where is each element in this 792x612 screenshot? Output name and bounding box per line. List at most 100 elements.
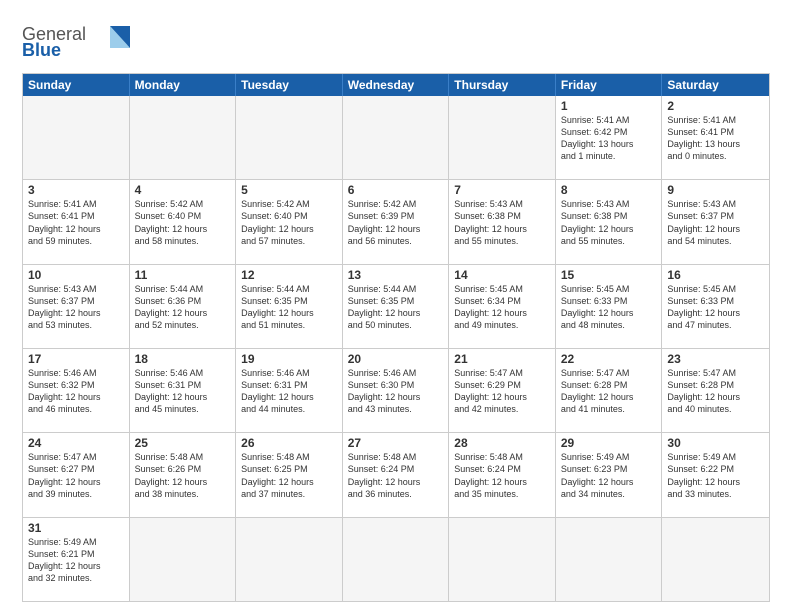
calendar-cell	[343, 96, 450, 179]
day-info: Sunrise: 5:45 AMSunset: 6:34 PMDaylight:…	[454, 283, 550, 332]
calendar-cell: 9Sunrise: 5:43 AMSunset: 6:37 PMDaylight…	[662, 180, 769, 263]
day-info: Sunrise: 5:48 AMSunset: 6:26 PMDaylight:…	[135, 451, 231, 500]
calendar-cell: 14Sunrise: 5:45 AMSunset: 6:34 PMDayligh…	[449, 265, 556, 348]
calendar-cell: 8Sunrise: 5:43 AMSunset: 6:38 PMDaylight…	[556, 180, 663, 263]
day-number: 12	[241, 268, 337, 282]
day-info: Sunrise: 5:41 AMSunset: 6:41 PMDaylight:…	[667, 114, 764, 163]
calendar-cell	[130, 518, 237, 601]
day-number: 29	[561, 436, 657, 450]
day-info: Sunrise: 5:43 AMSunset: 6:38 PMDaylight:…	[454, 198, 550, 247]
day-number: 19	[241, 352, 337, 366]
svg-text:Blue: Blue	[22, 40, 61, 60]
calendar-cell	[130, 96, 237, 179]
day-info: Sunrise: 5:48 AMSunset: 6:25 PMDaylight:…	[241, 451, 337, 500]
calendar-cell: 29Sunrise: 5:49 AMSunset: 6:23 PMDayligh…	[556, 433, 663, 516]
day-info: Sunrise: 5:42 AMSunset: 6:39 PMDaylight:…	[348, 198, 444, 247]
day-number: 21	[454, 352, 550, 366]
calendar-row: 10Sunrise: 5:43 AMSunset: 6:37 PMDayligh…	[23, 265, 769, 349]
day-info: Sunrise: 5:47 AMSunset: 6:27 PMDaylight:…	[28, 451, 124, 500]
header: General Blue	[22, 18, 770, 65]
day-number: 7	[454, 183, 550, 197]
calendar-cell: 6Sunrise: 5:42 AMSunset: 6:39 PMDaylight…	[343, 180, 450, 263]
day-info: Sunrise: 5:42 AMSunset: 6:40 PMDaylight:…	[135, 198, 231, 247]
day-number: 4	[135, 183, 231, 197]
calendar-cell: 31Sunrise: 5:49 AMSunset: 6:21 PMDayligh…	[23, 518, 130, 601]
day-number: 15	[561, 268, 657, 282]
weekday-header: Friday	[556, 74, 663, 96]
calendar-cell: 11Sunrise: 5:44 AMSunset: 6:36 PMDayligh…	[130, 265, 237, 348]
day-info: Sunrise: 5:43 AMSunset: 6:37 PMDaylight:…	[667, 198, 764, 247]
page: General Blue SundayMondayTuesdayWednesda…	[0, 0, 792, 612]
day-number: 8	[561, 183, 657, 197]
weekday-header: Saturday	[662, 74, 769, 96]
day-number: 30	[667, 436, 764, 450]
day-number: 31	[28, 521, 124, 535]
calendar-cell: 21Sunrise: 5:47 AMSunset: 6:29 PMDayligh…	[449, 349, 556, 432]
calendar-cell: 5Sunrise: 5:42 AMSunset: 6:40 PMDaylight…	[236, 180, 343, 263]
calendar-cell: 2Sunrise: 5:41 AMSunset: 6:41 PMDaylight…	[662, 96, 769, 179]
calendar-row: 17Sunrise: 5:46 AMSunset: 6:32 PMDayligh…	[23, 349, 769, 433]
day-info: Sunrise: 5:46 AMSunset: 6:31 PMDaylight:…	[135, 367, 231, 416]
calendar-row: 3Sunrise: 5:41 AMSunset: 6:41 PMDaylight…	[23, 180, 769, 264]
calendar-cell: 25Sunrise: 5:48 AMSunset: 6:26 PMDayligh…	[130, 433, 237, 516]
day-number: 16	[667, 268, 764, 282]
day-info: Sunrise: 5:41 AMSunset: 6:42 PMDaylight:…	[561, 114, 657, 163]
day-number: 10	[28, 268, 124, 282]
calendar-cell: 4Sunrise: 5:42 AMSunset: 6:40 PMDaylight…	[130, 180, 237, 263]
day-info: Sunrise: 5:48 AMSunset: 6:24 PMDaylight:…	[348, 451, 444, 500]
day-info: Sunrise: 5:42 AMSunset: 6:40 PMDaylight:…	[241, 198, 337, 247]
weekday-header: Monday	[130, 74, 237, 96]
day-info: Sunrise: 5:49 AMSunset: 6:22 PMDaylight:…	[667, 451, 764, 500]
day-info: Sunrise: 5:44 AMSunset: 6:35 PMDaylight:…	[241, 283, 337, 332]
weekday-header: Sunday	[23, 74, 130, 96]
calendar-cell: 27Sunrise: 5:48 AMSunset: 6:24 PMDayligh…	[343, 433, 450, 516]
calendar-cell: 16Sunrise: 5:45 AMSunset: 6:33 PMDayligh…	[662, 265, 769, 348]
calendar-row: 31Sunrise: 5:49 AMSunset: 6:21 PMDayligh…	[23, 518, 769, 601]
day-info: Sunrise: 5:43 AMSunset: 6:37 PMDaylight:…	[28, 283, 124, 332]
day-number: 1	[561, 99, 657, 113]
calendar-cell	[23, 96, 130, 179]
day-number: 11	[135, 268, 231, 282]
day-info: Sunrise: 5:47 AMSunset: 6:29 PMDaylight:…	[454, 367, 550, 416]
day-number: 22	[561, 352, 657, 366]
calendar-cell: 3Sunrise: 5:41 AMSunset: 6:41 PMDaylight…	[23, 180, 130, 263]
calendar-cell: 23Sunrise: 5:47 AMSunset: 6:28 PMDayligh…	[662, 349, 769, 432]
day-info: Sunrise: 5:47 AMSunset: 6:28 PMDaylight:…	[561, 367, 657, 416]
day-number: 18	[135, 352, 231, 366]
calendar-cell	[449, 96, 556, 179]
logo-text: General Blue	[22, 18, 132, 65]
day-number: 5	[241, 183, 337, 197]
day-info: Sunrise: 5:49 AMSunset: 6:21 PMDaylight:…	[28, 536, 124, 585]
calendar-row: 1Sunrise: 5:41 AMSunset: 6:42 PMDaylight…	[23, 96, 769, 180]
calendar-cell	[343, 518, 450, 601]
calendar-header: SundayMondayTuesdayWednesdayThursdayFrid…	[23, 74, 769, 96]
calendar-body: 1Sunrise: 5:41 AMSunset: 6:42 PMDaylight…	[23, 96, 769, 601]
calendar-cell: 10Sunrise: 5:43 AMSunset: 6:37 PMDayligh…	[23, 265, 130, 348]
day-info: Sunrise: 5:43 AMSunset: 6:38 PMDaylight:…	[561, 198, 657, 247]
calendar-cell: 22Sunrise: 5:47 AMSunset: 6:28 PMDayligh…	[556, 349, 663, 432]
calendar-row: 24Sunrise: 5:47 AMSunset: 6:27 PMDayligh…	[23, 433, 769, 517]
day-info: Sunrise: 5:46 AMSunset: 6:30 PMDaylight:…	[348, 367, 444, 416]
calendar-cell	[236, 518, 343, 601]
calendar-cell: 19Sunrise: 5:46 AMSunset: 6:31 PMDayligh…	[236, 349, 343, 432]
day-info: Sunrise: 5:46 AMSunset: 6:31 PMDaylight:…	[241, 367, 337, 416]
calendar-cell: 30Sunrise: 5:49 AMSunset: 6:22 PMDayligh…	[662, 433, 769, 516]
calendar-cell	[662, 518, 769, 601]
weekday-header: Thursday	[449, 74, 556, 96]
day-number: 14	[454, 268, 550, 282]
calendar-cell: 26Sunrise: 5:48 AMSunset: 6:25 PMDayligh…	[236, 433, 343, 516]
calendar: SundayMondayTuesdayWednesdayThursdayFrid…	[22, 73, 770, 602]
calendar-cell	[556, 518, 663, 601]
calendar-cell: 15Sunrise: 5:45 AMSunset: 6:33 PMDayligh…	[556, 265, 663, 348]
day-info: Sunrise: 5:41 AMSunset: 6:41 PMDaylight:…	[28, 198, 124, 247]
calendar-cell: 20Sunrise: 5:46 AMSunset: 6:30 PMDayligh…	[343, 349, 450, 432]
day-info: Sunrise: 5:47 AMSunset: 6:28 PMDaylight:…	[667, 367, 764, 416]
weekday-header: Wednesday	[343, 74, 450, 96]
day-info: Sunrise: 5:44 AMSunset: 6:35 PMDaylight:…	[348, 283, 444, 332]
calendar-cell: 12Sunrise: 5:44 AMSunset: 6:35 PMDayligh…	[236, 265, 343, 348]
calendar-cell: 7Sunrise: 5:43 AMSunset: 6:38 PMDaylight…	[449, 180, 556, 263]
day-info: Sunrise: 5:45 AMSunset: 6:33 PMDaylight:…	[561, 283, 657, 332]
calendar-cell: 17Sunrise: 5:46 AMSunset: 6:32 PMDayligh…	[23, 349, 130, 432]
day-number: 9	[667, 183, 764, 197]
day-number: 27	[348, 436, 444, 450]
